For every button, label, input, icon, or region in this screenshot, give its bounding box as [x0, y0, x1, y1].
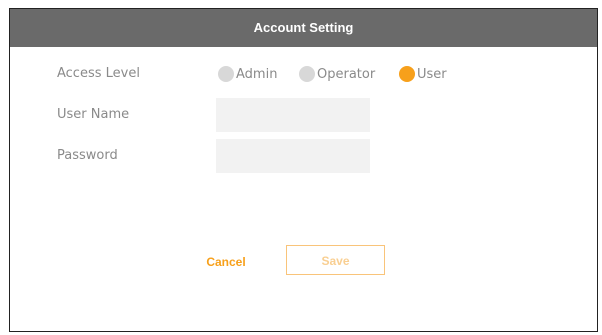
radio-admin[interactable]: Admin [218, 66, 277, 82]
radio-user[interactable]: User [399, 66, 447, 82]
radio-admin-indicator [218, 66, 234, 82]
user-name-label: User Name [57, 107, 130, 122]
password-input[interactable] [216, 139, 370, 173]
radio-operator-indicator [299, 66, 315, 82]
radio-operator-label: Operator [317, 66, 376, 82]
radio-operator[interactable]: Operator [299, 66, 375, 82]
access-level-label: Access Level [57, 66, 140, 81]
radio-user-label: User [417, 66, 447, 82]
user-name-input[interactable] [216, 98, 370, 132]
account-setting-dialog: Account Setting Access Level Admin Opera… [9, 8, 598, 332]
dialog-title: Account Setting [10, 9, 597, 47]
save-button[interactable]: Save [286, 245, 385, 275]
radio-admin-label: Admin [236, 66, 278, 82]
cancel-button[interactable]: Cancel [196, 246, 256, 276]
password-label: Password [57, 148, 118, 163]
radio-user-indicator [399, 66, 415, 82]
